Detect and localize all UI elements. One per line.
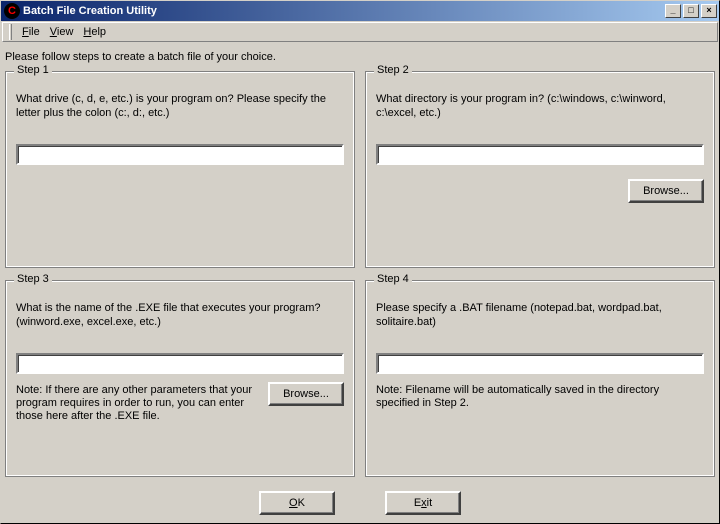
step3-group: Step 3 What is the name of the .EXE file… [5,280,355,477]
menu-bar: File View Help [2,22,718,42]
menu-grip [9,24,12,40]
intro-text: Please follow steps to create a batch fi… [3,49,717,71]
step3-legend: Step 3 [14,273,52,285]
directory-input[interactable] [376,144,704,165]
step2-prompt: What directory is your program in? (c:\w… [376,92,704,134]
step2-group: Step 2 What directory is your program in… [365,71,715,268]
bat-filename-input[interactable] [376,353,704,374]
step4-group: Step 4 Please specify a .BAT filename (n… [365,280,715,477]
menu-view[interactable]: View [46,24,78,40]
window: C Batch File Creation Utility _ □ × File… [0,0,720,524]
menu-help[interactable]: Help [79,24,110,40]
step4-prompt: Please specify a .BAT filename (notepad.… [376,301,704,343]
app-icon: C [4,3,20,19]
steps-grid: Step 1 What drive (c, d, e, etc.) is you… [3,71,717,477]
exe-input[interactable] [16,353,344,374]
exit-button[interactable]: Exit [385,491,461,515]
step1-group: Step 1 What drive (c, d, e, etc.) is you… [5,71,355,268]
client-area: Please follow steps to create a batch fi… [1,43,719,523]
dialog-buttons: OK Exit [3,477,717,521]
ok-accel: O [289,497,298,509]
maximize-button[interactable]: □ [683,4,699,18]
minimize-button[interactable]: _ [665,4,681,18]
window-buttons: _ □ × [663,4,717,18]
step1-legend: Step 1 [14,64,52,76]
step3-note: Note: If there are any other parameters … [16,384,258,423]
window-title: Batch File Creation Utility [23,5,663,17]
titlebar: C Batch File Creation Utility _ □ × [1,1,719,21]
drive-input[interactable] [16,144,344,165]
ok-button[interactable]: OK [259,491,335,515]
exit-post: it [427,497,433,509]
browse-directory-button[interactable]: Browse... [628,179,704,203]
menu-file[interactable]: File [18,24,44,40]
step3-prompt: What is the name of the .EXE file that e… [16,301,344,343]
close-button[interactable]: × [701,4,717,18]
step4-note: Note: Filename will be automatically sav… [376,384,704,410]
step4-legend: Step 4 [374,273,412,285]
step2-legend: Step 2 [374,64,412,76]
step1-prompt: What drive (c, d, e, etc.) is your progr… [16,92,344,134]
browse-exe-button[interactable]: Browse... [268,382,344,406]
